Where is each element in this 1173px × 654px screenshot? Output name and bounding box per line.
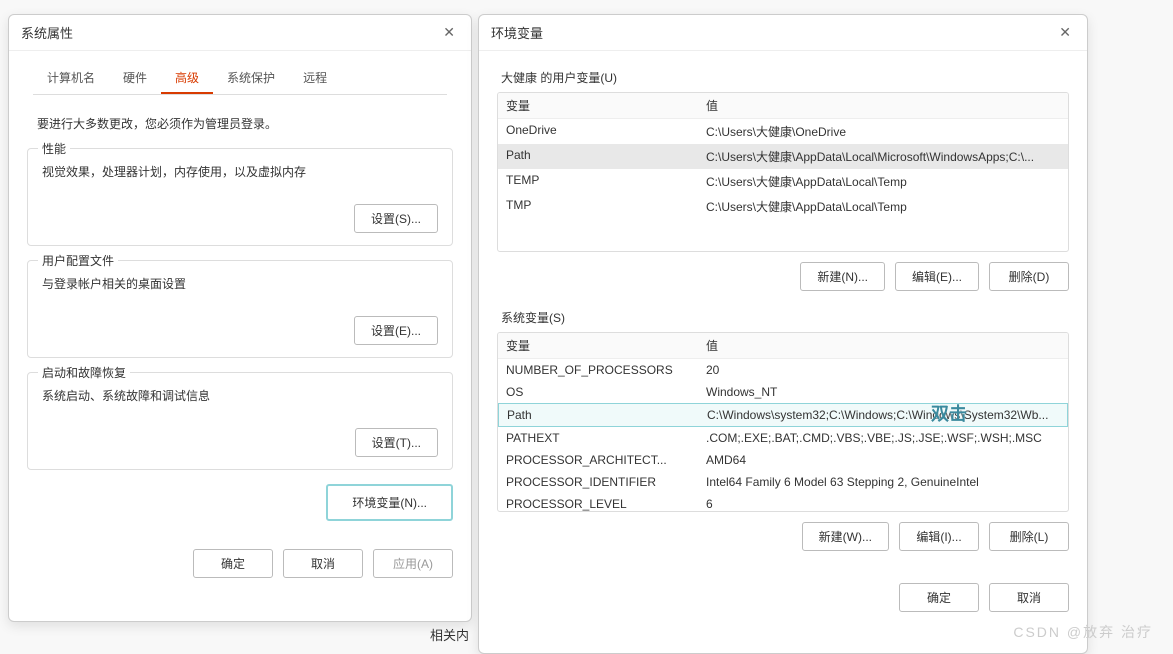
envvars-footer: 确定 取消 bbox=[479, 575, 1087, 612]
user-vars-header: 变量 值 bbox=[498, 93, 1068, 119]
sys-delete-button[interactable]: 删除(L) bbox=[989, 522, 1069, 551]
var-value: C:\Users\大健康\AppData\Local\Temp bbox=[698, 169, 1068, 194]
col-variable: 变量 bbox=[498, 333, 698, 358]
var-name: OneDrive bbox=[498, 119, 698, 144]
var-value: C:\Users\大健康\AppData\Local\Microsoft\Win… bbox=[698, 144, 1068, 169]
sys-vars-label: 系统变量(S) bbox=[501, 309, 1065, 326]
sysprops-footer: 确定 取消 应用(A) bbox=[9, 539, 471, 592]
close-icon[interactable]: ✕ bbox=[439, 24, 459, 41]
col-value: 值 bbox=[698, 333, 1068, 358]
sysprops-tabs: 计算机名 硬件 高级 系统保护 远程 bbox=[33, 63, 447, 95]
table-row[interactable]: PROCESSOR_LEVEL6 bbox=[498, 493, 1068, 512]
var-name: TMP bbox=[498, 194, 698, 219]
startup-label: 启动和故障恢复 bbox=[38, 364, 130, 381]
var-value: Intel64 Family 6 Model 63 Stepping 2, Ge… bbox=[698, 471, 1068, 493]
performance-desc: 视觉效果，处理器计划，内存使用，以及虚拟内存 bbox=[42, 163, 438, 180]
sysprops-title: 系统属性 bbox=[21, 23, 73, 42]
startup-settings-button[interactable]: 设置(T)... bbox=[355, 428, 438, 457]
table-row[interactable]: OSWindows_NT bbox=[498, 381, 1068, 403]
var-name: PROCESSOR_IDENTIFIER bbox=[498, 471, 698, 493]
performance-label: 性能 bbox=[38, 140, 70, 157]
tab-computer-name[interactable]: 计算机名 bbox=[33, 63, 109, 94]
table-row[interactable]: NUMBER_OF_PROCESSORS20 bbox=[498, 359, 1068, 381]
env-cancel-button[interactable]: 取消 bbox=[989, 583, 1069, 612]
close-icon[interactable]: ✕ bbox=[1055, 24, 1075, 41]
user-new-button[interactable]: 新建(N)... bbox=[800, 262, 885, 291]
var-name: PROCESSOR_LEVEL bbox=[498, 493, 698, 512]
var-value: AMD64 bbox=[698, 449, 1068, 471]
env-ok-button[interactable]: 确定 bbox=[899, 583, 979, 612]
var-value: .COM;.EXE;.BAT;.CMD;.VBS;.VBE;.JS;.JSE;.… bbox=[698, 427, 1068, 449]
envvars-title: 环境变量 bbox=[491, 23, 543, 42]
footer-text: 相关内 bbox=[430, 625, 469, 644]
sys-vars-table[interactable]: 变量 值 NUMBER_OF_PROCESSORS20OSWindows_NTP… bbox=[497, 332, 1069, 512]
sys-vars-header: 变量 值 bbox=[498, 333, 1068, 359]
startup-desc: 系统启动、系统故障和调试信息 bbox=[42, 387, 438, 404]
var-name: OS bbox=[498, 381, 698, 403]
envvars-titlebar: 环境变量 ✕ bbox=[479, 15, 1087, 51]
var-name: Path bbox=[499, 404, 699, 426]
table-row[interactable]: TEMPC:\Users\大健康\AppData\Local\Temp bbox=[498, 169, 1068, 194]
var-name: TEMP bbox=[498, 169, 698, 194]
profile-settings-button[interactable]: 设置(E)... bbox=[354, 316, 438, 345]
table-row[interactable]: PROCESSOR_ARCHITECT...AMD64 bbox=[498, 449, 1068, 471]
table-row[interactable]: PathC:\Users\大健康\AppData\Local\Microsoft… bbox=[498, 144, 1068, 169]
sys-new-button[interactable]: 新建(W)... bbox=[802, 522, 889, 551]
var-value: 20 bbox=[698, 359, 1068, 381]
var-name: Path bbox=[498, 144, 698, 169]
tab-remote[interactable]: 远程 bbox=[289, 63, 341, 94]
tab-advanced[interactable]: 高级 bbox=[161, 63, 213, 94]
var-value: 6 bbox=[698, 493, 1068, 512]
sys-edit-button[interactable]: 编辑(I)... bbox=[899, 522, 979, 551]
var-value: C:\Windows\system32;C:\Windows;C:\Window… bbox=[699, 404, 1067, 426]
profile-group: 用户配置文件 与登录帐户相关的桌面设置 设置(E)... bbox=[27, 260, 453, 358]
var-name: NUMBER_OF_PROCESSORS bbox=[498, 359, 698, 381]
apply-button[interactable]: 应用(A) bbox=[373, 549, 453, 578]
user-delete-button[interactable]: 删除(D) bbox=[989, 262, 1069, 291]
var-name: PROCESSOR_ARCHITECT... bbox=[498, 449, 698, 471]
var-value: C:\Users\大健康\AppData\Local\Temp bbox=[698, 194, 1068, 219]
table-row[interactable]: OneDriveC:\Users\大健康\OneDrive bbox=[498, 119, 1068, 144]
cancel-button[interactable]: 取消 bbox=[283, 549, 363, 578]
profile-desc: 与登录帐户相关的桌面设置 bbox=[42, 275, 438, 292]
performance-group: 性能 视觉效果，处理器计划，内存使用，以及虚拟内存 设置(S)... bbox=[27, 148, 453, 246]
system-properties-dialog: 系统属性 ✕ 计算机名 硬件 高级 系统保护 远程 要进行大多数更改，您必须作为… bbox=[8, 14, 472, 622]
col-value: 值 bbox=[698, 93, 1068, 118]
user-edit-button[interactable]: 编辑(E)... bbox=[895, 262, 979, 291]
user-vars-label: 大健康 的用户变量(U) bbox=[501, 69, 1065, 86]
admin-note: 要进行大多数更改，您必须作为管理员登录。 bbox=[27, 107, 453, 148]
var-value: C:\Users\大健康\OneDrive bbox=[698, 119, 1068, 144]
table-row[interactable]: PathC:\Windows\system32;C:\Windows;C:\Wi… bbox=[498, 403, 1068, 427]
table-row[interactable]: PATHEXT.COM;.EXE;.BAT;.CMD;.VBS;.VBE;.JS… bbox=[498, 427, 1068, 449]
startup-group: 启动和故障恢复 系统启动、系统故障和调试信息 设置(T)... bbox=[27, 372, 453, 470]
sysprops-titlebar: 系统属性 ✕ bbox=[9, 15, 471, 51]
var-value: Windows_NT bbox=[698, 381, 1068, 403]
performance-settings-button[interactable]: 设置(S)... bbox=[354, 204, 438, 233]
profile-label: 用户配置文件 bbox=[38, 252, 118, 269]
watermark: CSDN @放弃 治疗 bbox=[1013, 622, 1153, 642]
table-row[interactable]: PROCESSOR_IDENTIFIERIntel64 Family 6 Mod… bbox=[498, 471, 1068, 493]
user-vars-table[interactable]: 变量 值 OneDriveC:\Users\大健康\OneDrivePathC:… bbox=[497, 92, 1069, 252]
table-row[interactable]: TMPC:\Users\大健康\AppData\Local\Temp bbox=[498, 194, 1068, 219]
ok-button[interactable]: 确定 bbox=[193, 549, 273, 578]
environment-variables-button[interactable]: 环境变量(N)... bbox=[326, 484, 453, 521]
environment-variables-dialog: 环境变量 ✕ 大健康 的用户变量(U) 变量 值 OneDriveC:\User… bbox=[478, 14, 1088, 654]
col-variable: 变量 bbox=[498, 93, 698, 118]
tab-system-protection[interactable]: 系统保护 bbox=[213, 63, 289, 94]
tab-hardware[interactable]: 硬件 bbox=[109, 63, 161, 94]
var-name: PATHEXT bbox=[498, 427, 698, 449]
